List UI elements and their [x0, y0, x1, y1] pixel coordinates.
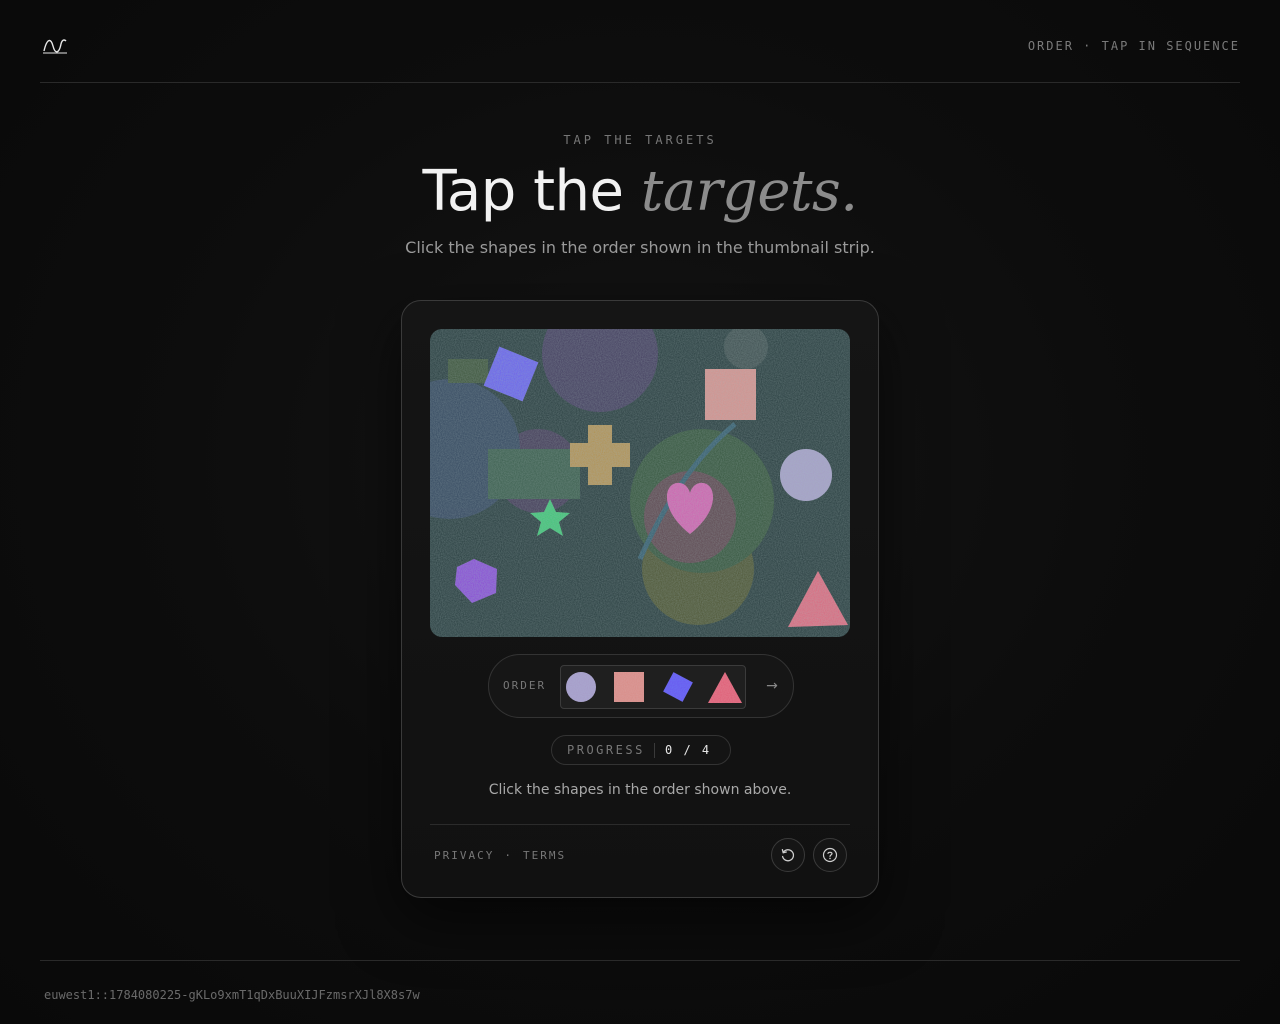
footer-divider: [40, 960, 1240, 961]
mode-label: ORDER · TAP IN SEQUENCE: [1027, 39, 1240, 53]
next-arrow-icon[interactable]: →: [761, 675, 783, 697]
help-icon: [822, 847, 838, 863]
page-subtitle: Click the shapes in the order shown in t…: [405, 238, 875, 257]
thumb-3[interactable]: [659, 670, 695, 704]
wave-logo-icon: [43, 39, 67, 54]
circle-thumb-icon: [566, 672, 596, 702]
thumb-2[interactable]: [611, 670, 647, 704]
eyebrow: TAP THE TARGETS: [563, 133, 717, 147]
instruction-text: Click the shapes in the order shown abov…: [488, 782, 792, 798]
captcha-card: ORDER → PROGRESS 0 / 4 Click the shapes …: [401, 300, 879, 898]
diamond-thumb-icon: [663, 672, 693, 702]
link-separator: ·: [504, 849, 513, 862]
terms-link[interactable]: TERMS: [523, 849, 566, 862]
progress-value: 0 / 4: [665, 743, 712, 757]
legal-links: PRIVACY · TERMS: [434, 849, 566, 862]
progress-separator: [654, 743, 655, 758]
triangle-thumb-icon: [708, 672, 742, 703]
title-italic: targets.: [640, 159, 858, 224]
thumbnail-strip: [560, 665, 746, 709]
refresh-button[interactable]: [771, 838, 805, 872]
progress-indicator: PROGRESS 0 / 4: [551, 735, 731, 765]
page-title: Tap the targets.: [0, 156, 1280, 228]
order-label: ORDER: [503, 679, 547, 692]
card-divider: [430, 824, 850, 825]
thumb-1[interactable]: [563, 670, 599, 704]
session-id: euwest1::1784080225-gKLo9xmT1qDxBuuXIJFz…: [44, 988, 420, 1002]
refresh-icon: [781, 848, 795, 862]
help-button[interactable]: [813, 838, 847, 872]
square-thumb-icon: [614, 672, 644, 702]
title-plain: Tap the: [422, 159, 624, 224]
top-header: ORDER · TAP IN SEQUENCE: [40, 0, 1240, 83]
progress-label: PROGRESS: [567, 743, 645, 757]
thumb-4[interactable]: [707, 670, 743, 704]
challenge-canvas[interactable]: [430, 329, 850, 637]
order-strip: ORDER →: [488, 654, 794, 718]
privacy-link[interactable]: PRIVACY: [434, 849, 494, 862]
